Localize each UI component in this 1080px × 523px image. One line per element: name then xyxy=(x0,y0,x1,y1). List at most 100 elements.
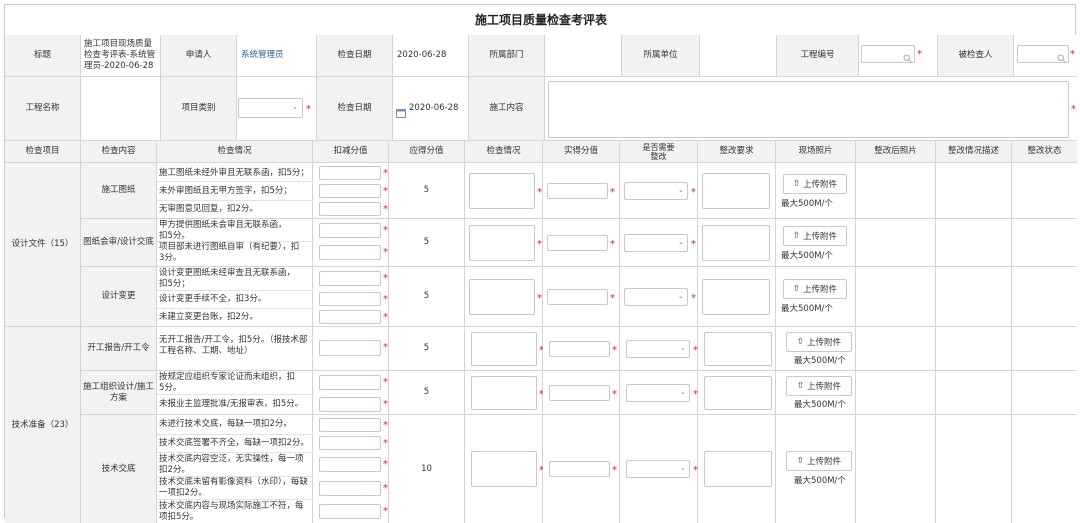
deduct-input[interactable] xyxy=(319,292,381,306)
check-content: 技术交底 xyxy=(81,415,157,523)
required-icon: * xyxy=(610,293,615,304)
chevron-down-icon: ⌄ xyxy=(292,103,298,111)
required-icon: * xyxy=(1071,104,1076,115)
upload-button[interactable]: ⇧ 上传附件 xyxy=(786,451,852,471)
requirement-textarea[interactable] xyxy=(704,332,772,366)
requirement-textarea[interactable] xyxy=(702,173,770,209)
required-icon: * xyxy=(383,186,388,197)
check-situation-textarea[interactable] xyxy=(469,279,535,315)
deduct-input[interactable] xyxy=(319,166,381,180)
upload-note: 最大500M/个 xyxy=(794,356,846,366)
divider xyxy=(157,308,313,309)
actual-score-input[interactable] xyxy=(547,183,608,199)
check-date-value: 2020-06-28 xyxy=(393,35,469,77)
criterion-text: 无审图意见回复，扣2分。 xyxy=(159,204,258,214)
required-icon: * xyxy=(383,312,388,323)
upload-note: 最大500M/个 xyxy=(781,304,833,314)
search-icon[interactable] xyxy=(903,48,912,67)
actual-score-input[interactable] xyxy=(549,341,610,357)
check-situation-textarea[interactable] xyxy=(469,173,535,209)
upload-button[interactable]: ⇧ 上传附件 xyxy=(783,279,847,299)
actual-score-input[interactable] xyxy=(547,235,608,251)
rectify-status-cell xyxy=(1012,163,1077,219)
deduct-input[interactable] xyxy=(319,457,381,472)
rectify-status-cell xyxy=(1012,415,1077,523)
search-icon[interactable] xyxy=(1057,48,1066,67)
criterion-text: 未外审图纸且无甲方签字，扣5分； xyxy=(159,186,292,196)
deduct-input[interactable] xyxy=(319,481,381,496)
requirement-textarea[interactable] xyxy=(704,451,772,487)
check-situation-textarea[interactable] xyxy=(471,332,537,366)
deduct-input[interactable] xyxy=(319,375,381,390)
check-content: 设计变更 xyxy=(81,267,157,327)
header-cell: 检查情况 xyxy=(465,141,543,163)
deduct-input[interactable] xyxy=(319,397,381,412)
upload-button[interactable]: ⇧ 上传附件 xyxy=(786,332,852,352)
required-icon: * xyxy=(691,239,696,250)
deduct-input[interactable] xyxy=(319,340,381,356)
divider xyxy=(157,476,313,477)
score-value: 5 xyxy=(389,371,465,415)
rectify-status-cell xyxy=(1012,219,1077,267)
required-icon: * xyxy=(383,506,388,517)
header-cell: 检查项目 xyxy=(5,141,81,163)
upload-icon: ⇧ xyxy=(792,179,801,189)
content-textarea[interactable] xyxy=(548,81,1069,138)
deduct-input[interactable] xyxy=(319,184,381,198)
rectify-desc-cell xyxy=(936,371,1012,415)
form-frame: 施工项目质量检查考评表 标题 施工项目现场质量检查考评表-系统管理员-2020-… xyxy=(4,4,1077,523)
chevron-down-icon: ⌄ xyxy=(680,344,686,352)
check-situation-textarea[interactable] xyxy=(469,225,535,261)
upload-button[interactable]: ⇧ 上传附件 xyxy=(783,226,847,246)
divider xyxy=(157,290,313,291)
divider xyxy=(157,394,313,395)
applicant-value[interactable]: 系统管理员 xyxy=(237,35,317,77)
divider xyxy=(157,434,313,435)
check-situation-textarea[interactable] xyxy=(471,451,537,487)
required-icon: * xyxy=(383,342,388,353)
subject-label: 标题 xyxy=(5,35,81,77)
required-icon: * xyxy=(383,420,388,431)
check-content: 开工报告/开工令 xyxy=(81,327,157,371)
deduct-input[interactable] xyxy=(319,418,381,432)
required-icon: * xyxy=(691,293,696,304)
header-cell: 扣减分值 xyxy=(313,141,389,163)
score-value: 5 xyxy=(389,163,465,219)
rectify-desc-cell xyxy=(936,219,1012,267)
upload-note: 最大500M/个 xyxy=(781,199,833,209)
requirement-textarea[interactable] xyxy=(702,225,770,261)
upload-button[interactable]: ⇧ 上传附件 xyxy=(783,174,847,194)
required-icon: * xyxy=(383,273,388,284)
after-photo-cell xyxy=(856,267,936,327)
deduct-input[interactable] xyxy=(319,223,381,238)
actual-score-input[interactable] xyxy=(547,289,608,305)
criterion-text: 项目部未进行图纸自审（有纪要），扣3分。 xyxy=(159,242,300,263)
deduct-input[interactable] xyxy=(319,202,381,216)
deduct-input[interactable] xyxy=(319,504,381,519)
deduct-input[interactable] xyxy=(319,436,381,450)
deduct-input[interactable] xyxy=(319,271,381,286)
dept-label: 所属部门 xyxy=(469,35,545,77)
upload-button-label: 上传附件 xyxy=(807,457,842,467)
required-icon: * xyxy=(610,239,615,250)
criterion-text: 甲方提供图纸未会审且无联系函，扣5分。 xyxy=(159,220,287,241)
required-icon: * xyxy=(383,438,388,449)
actual-score-input[interactable] xyxy=(549,461,610,477)
criterion-text: 未报业主监理批准/无报审表，扣5分。 xyxy=(159,399,304,409)
criterion-text: 技术交底内容空泛，无实操性，每一项扣2分。 xyxy=(159,454,304,475)
required-icon: * xyxy=(612,465,617,476)
upload-button[interactable]: ⇧ 上传附件 xyxy=(786,376,852,396)
unit-value xyxy=(700,35,777,77)
header-cell: 实得分值 xyxy=(543,141,620,163)
check-date2-label: 检查日期 xyxy=(317,77,393,141)
check-situation-textarea[interactable] xyxy=(471,376,537,410)
deduct-input[interactable] xyxy=(319,310,381,324)
chevron-down-icon: ⌄ xyxy=(678,292,684,300)
calendar-icon[interactable] xyxy=(396,103,406,122)
requirement-textarea[interactable] xyxy=(704,376,772,410)
deduct-input[interactable] xyxy=(319,245,381,260)
upload-icon: ⇧ xyxy=(792,284,801,294)
requirement-textarea[interactable] xyxy=(702,279,770,315)
actual-score-input[interactable] xyxy=(549,385,610,401)
required-icon: * xyxy=(383,483,388,494)
